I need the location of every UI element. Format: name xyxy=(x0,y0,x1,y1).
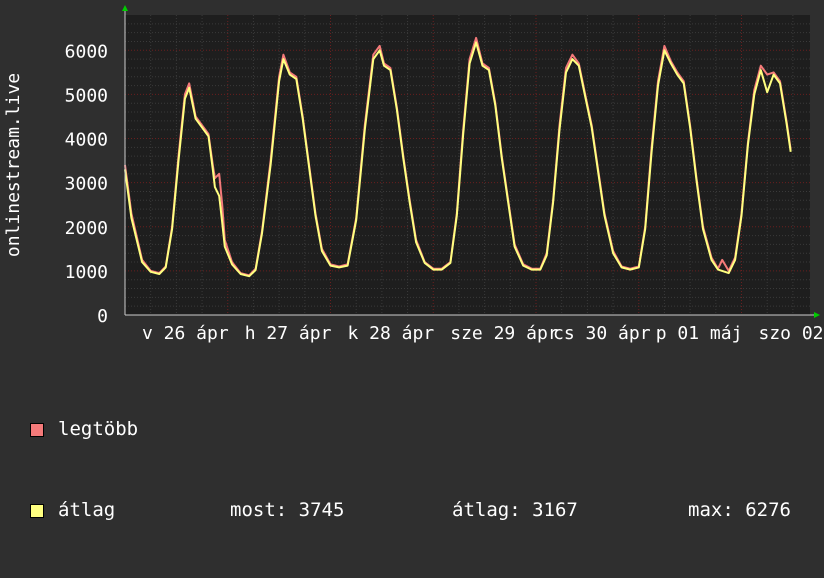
legend: legtöbb átlag most: 3745 átlag: 3167 max… xyxy=(30,362,791,578)
legend-row-avg: átlag most: 3745 átlag: 3167 max: 6276 xyxy=(30,497,791,524)
x-tick-label: szo 02 máj xyxy=(759,323,824,344)
x-axis-arrow xyxy=(814,312,820,318)
y-axis-label: onlinestream.live xyxy=(3,73,24,257)
y-tick-label: 6000 xyxy=(65,41,108,62)
y-tick-label: 5000 xyxy=(65,85,108,106)
legend-label-avg: átlag xyxy=(58,497,230,524)
chart-root: 0 1000 2000 3000 4000 5000 6000 v 26 ápr h 27 áp… xyxy=(0,0,824,430)
stat-maximum: max: 6276 xyxy=(688,497,791,524)
y-tick-label: 0 xyxy=(97,306,108,327)
x-tick-label: h 27 ápr xyxy=(245,323,332,344)
x-tick-label: p 01 máj xyxy=(656,323,743,344)
legend-swatch-avg xyxy=(30,504,44,518)
stat-average: átlag: 3167 xyxy=(452,497,688,524)
y-tick-label: 4000 xyxy=(65,130,108,151)
y-axis-arrow xyxy=(122,5,128,11)
stat-current: most: 3745 xyxy=(230,497,452,524)
x-tick-label: sze 29 ápr xyxy=(450,323,559,344)
x-tick-label: k 28 ápr xyxy=(348,323,435,344)
x-tick-label: v 26 ápr xyxy=(142,323,229,344)
y-tick-label: 2000 xyxy=(65,218,108,239)
y-tick-label: 1000 xyxy=(65,262,108,283)
y-tick-label: 3000 xyxy=(65,174,108,195)
x-tick-label: cs 30 ápr xyxy=(553,323,651,344)
